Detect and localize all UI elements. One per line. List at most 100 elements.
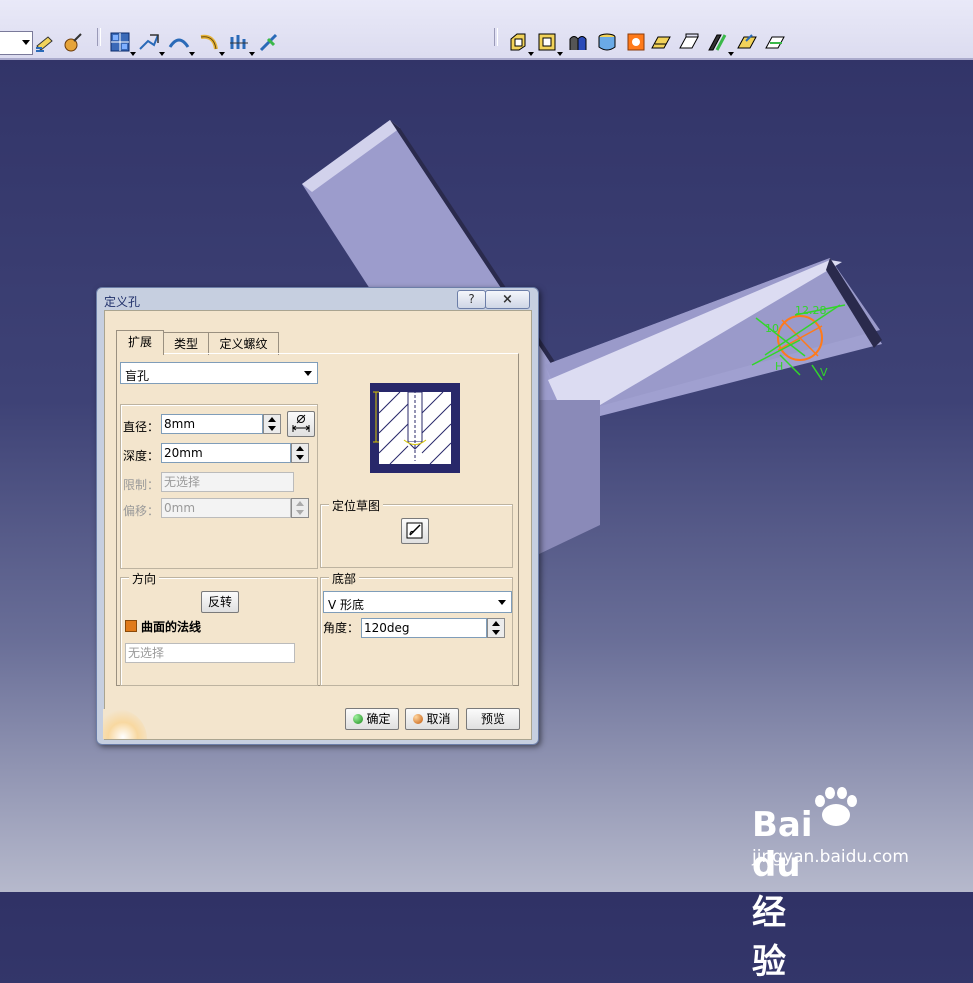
chevron-down-icon bbox=[219, 52, 225, 56]
chevron-down-icon bbox=[498, 600, 506, 605]
tab-type[interactable]: 类型 bbox=[163, 332, 209, 355]
positioning-sketch-button[interactable] bbox=[401, 518, 429, 544]
depth-field[interactable]: 20mm bbox=[161, 443, 291, 463]
shaft-icon[interactable] bbox=[168, 31, 195, 56]
chevron-down-icon bbox=[304, 371, 312, 376]
diameter-field[interactable]: 8mm bbox=[161, 414, 263, 434]
direction-field[interactable]: 无选择 bbox=[125, 643, 295, 663]
base-lower-face bbox=[537, 400, 600, 555]
toolbar-combo[interactable] bbox=[0, 31, 33, 55]
sketch-edit-icon bbox=[406, 522, 423, 539]
spin-down-icon bbox=[296, 510, 304, 515]
sketch-annotation: V bbox=[820, 366, 828, 379]
reverse-button[interactable]: 反转 bbox=[201, 591, 239, 613]
chevron-down-icon bbox=[189, 52, 195, 56]
extension-type-select[interactable]: 盲孔 bbox=[120, 362, 318, 384]
preview-button[interactable]: 预览 bbox=[466, 708, 520, 730]
define-hole-dialog: 定义孔 ? × 扩展 类型 定义螺纹 盲孔 直径： 8mm 深度： 20mm 限… bbox=[96, 287, 539, 745]
fillet-icon[interactable] bbox=[507, 31, 534, 56]
spin-up-icon bbox=[296, 446, 304, 451]
toolbar-separator bbox=[97, 28, 101, 46]
close-button[interactable]: × bbox=[485, 290, 530, 309]
groove-icon[interactable] bbox=[198, 31, 225, 56]
paw-icon bbox=[815, 787, 857, 826]
diameter-icon bbox=[292, 414, 310, 432]
bottom-type-select[interactable]: V 形底 bbox=[323, 591, 512, 613]
diameter-label: 直径： bbox=[123, 420, 160, 434]
cancel-button[interactable]: 取消 bbox=[405, 708, 459, 730]
positioning-sketch-group: 定位草图 bbox=[320, 497, 513, 568]
sketch-icon[interactable] bbox=[34, 31, 56, 53]
cancel-label: 取消 bbox=[426, 712, 451, 726]
hole-preview-image bbox=[370, 383, 460, 473]
direction-group: 方向 反转 曲面的法线 无选择 bbox=[120, 570, 318, 686]
ok-button[interactable]: 确定 bbox=[345, 708, 399, 730]
cancel-icon bbox=[413, 714, 424, 724]
positioning-sketch-title: 定位草图 bbox=[329, 497, 384, 514]
angle-label: 角度： bbox=[323, 621, 360, 635]
surface-normal-label: 曲面的法线 bbox=[141, 620, 202, 634]
offset-label: 偏移： bbox=[123, 504, 160, 518]
shell-icon[interactable] bbox=[596, 31, 618, 53]
sketch-annotation: 10 bbox=[765, 322, 779, 335]
diameter-dimension-button[interactable] bbox=[287, 411, 315, 437]
bottom-title: 底部 bbox=[329, 570, 360, 587]
toolbar bbox=[0, 0, 973, 60]
hole-icon[interactable] bbox=[678, 31, 700, 53]
split-icon[interactable] bbox=[764, 31, 786, 53]
draft-icon[interactable] bbox=[567, 31, 589, 53]
angle-field[interactable]: 120deg bbox=[361, 618, 487, 638]
dialog-body: 扩展 类型 定义螺纹 盲孔 直径： 8mm 深度： 20mm 限制： 无选择 偏… bbox=[103, 310, 532, 740]
chevron-down-icon bbox=[528, 52, 534, 56]
sketch-analysis-icon[interactable] bbox=[62, 31, 84, 53]
chevron-down-icon bbox=[159, 52, 165, 56]
pocket-icon[interactable] bbox=[138, 31, 165, 56]
dialog-titlebar[interactable]: 定义孔 ? × bbox=[97, 288, 538, 310]
ok-label: 确定 bbox=[366, 712, 391, 726]
replace-face-icon[interactable] bbox=[736, 31, 758, 53]
spin-down-icon bbox=[492, 630, 500, 635]
direction-title: 方向 bbox=[129, 570, 160, 587]
chevron-down-icon bbox=[130, 52, 136, 56]
chevron-down-icon bbox=[249, 52, 255, 56]
sketch-annotation: 12.28 bbox=[795, 304, 827, 317]
depth-label: 深度： bbox=[123, 449, 160, 463]
spin-down-icon bbox=[268, 426, 276, 431]
spin-up-icon bbox=[268, 417, 276, 422]
chamfer-icon[interactable] bbox=[536, 31, 563, 56]
rib-icon[interactable] bbox=[228, 31, 255, 56]
diameter-spinner[interactable] bbox=[263, 414, 281, 434]
spin-up-icon bbox=[296, 501, 304, 506]
catia-logo-icon bbox=[103, 709, 147, 739]
thread-icon[interactable] bbox=[650, 31, 672, 53]
pad-icon[interactable] bbox=[109, 31, 136, 56]
dialog-title: 定义孔 bbox=[104, 295, 141, 309]
tab-panel-extension: 盲孔 直径： 8mm 深度： 20mm 限制： 无选择 偏移： 0mm 定位草图… bbox=[116, 353, 519, 686]
bottom-type-value: V 形底 bbox=[328, 598, 365, 612]
tab-thread-definition[interactable]: 定义螺纹 bbox=[208, 332, 279, 355]
angle-spinner[interactable] bbox=[487, 618, 505, 638]
offset-field: 0mm bbox=[161, 498, 291, 518]
help-button[interactable]: ? bbox=[457, 290, 486, 309]
sketch-annotation: H bbox=[775, 360, 784, 373]
watermark-brand: Bai du 经验 bbox=[752, 805, 813, 982]
spin-up-icon bbox=[492, 621, 500, 626]
bottom-group: 底部 V 形底 角度： 120deg bbox=[320, 570, 513, 686]
extension-type-value: 盲孔 bbox=[125, 369, 150, 383]
remove-face-icon[interactable] bbox=[707, 31, 734, 56]
chevron-down-icon bbox=[22, 40, 30, 45]
toolbar-separator bbox=[494, 28, 498, 46]
spin-down-icon bbox=[296, 455, 304, 460]
watermark-url: jingyan.baidu.com bbox=[752, 847, 909, 867]
ok-icon bbox=[353, 714, 364, 724]
tab-extension[interactable]: 扩展 bbox=[116, 330, 164, 355]
offset-spinner bbox=[291, 498, 309, 518]
depth-spinner[interactable] bbox=[291, 443, 309, 463]
chevron-down-icon bbox=[557, 52, 563, 56]
chevron-down-icon bbox=[728, 52, 734, 56]
limit-field: 无选择 bbox=[161, 472, 294, 492]
stiffener-icon[interactable] bbox=[258, 31, 280, 53]
surface-normal-checkbox[interactable] bbox=[125, 620, 137, 632]
limit-label: 限制： bbox=[123, 478, 160, 492]
thickness-icon[interactable] bbox=[625, 31, 647, 53]
